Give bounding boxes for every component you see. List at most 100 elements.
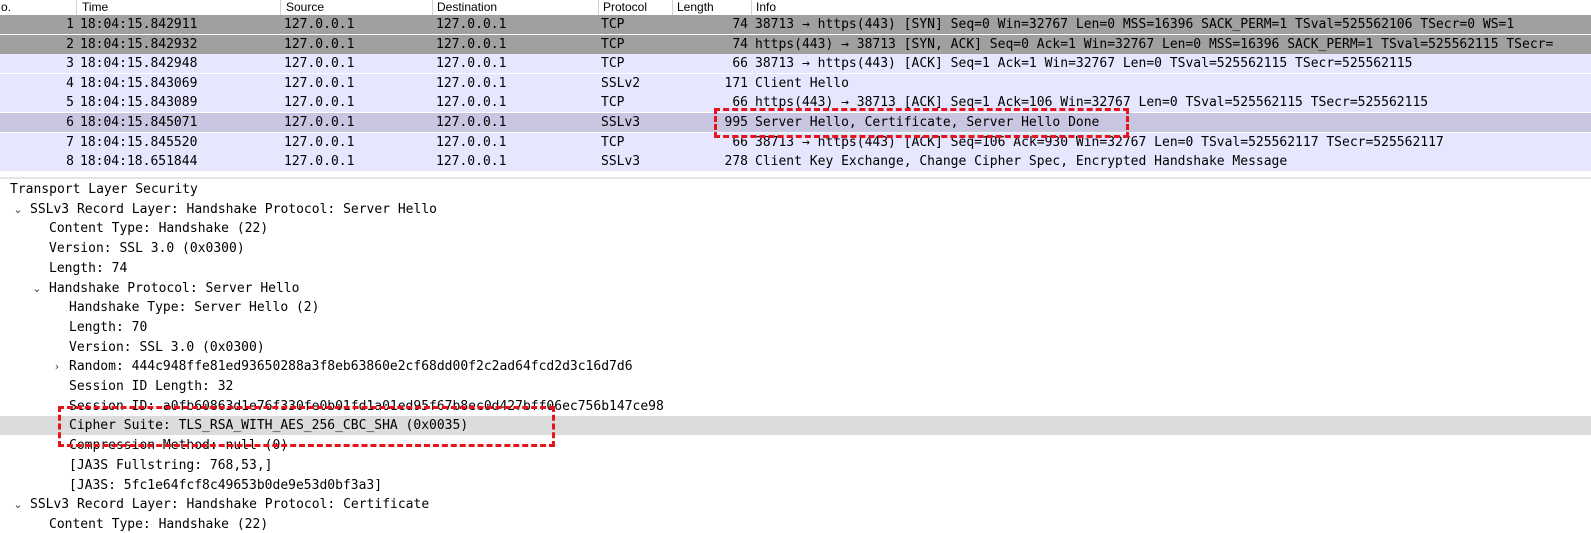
packet-info: 38713 → https(443) [ACK] Seq=106 Ack=930… bbox=[755, 135, 1444, 150]
packet-info: 38713 → https(443) [SYN] Seq=0 Win=32767… bbox=[755, 17, 1515, 32]
packet-protocol: TCP bbox=[601, 17, 625, 32]
packet-destination: 127.0.0.1 bbox=[436, 37, 507, 52]
packet-info: Client Hello bbox=[755, 76, 849, 91]
detail-text: [JA3S Fullstring: 768,53,] bbox=[69, 457, 273, 473]
detail-row[interactable]: Version: SSL 3.0 (0x0300) bbox=[0, 239, 1591, 258]
column-header-destination[interactable]: Destination bbox=[437, 0, 497, 14]
packet-info: 38713 → https(443) [ACK] Seq=1 Ack=1 Win… bbox=[755, 56, 1413, 71]
packet-length: 66 bbox=[732, 95, 748, 110]
packet-protocol: TCP bbox=[601, 37, 625, 52]
packet-length: 66 bbox=[732, 135, 748, 150]
packet-list[interactable]: o. Time Source Destination Protocol Leng… bbox=[0, 0, 1591, 176]
pane-divider[interactable] bbox=[0, 177, 1591, 179]
packet-protocol: SSLv3 bbox=[601, 154, 641, 169]
packet-destination: 127.0.0.1 bbox=[436, 17, 507, 32]
chevron-down-icon[interactable]: ⌄ bbox=[31, 279, 43, 298]
detail-text: Length: 70 bbox=[69, 319, 148, 335]
packet-time: 18:04:15.842911 bbox=[80, 17, 198, 32]
packet-destination: 127.0.0.1 bbox=[436, 95, 507, 110]
packet-length: 171 bbox=[724, 76, 748, 91]
packet-time: 18:04:15.843069 bbox=[80, 76, 198, 91]
detail-row[interactable]: [JA3S: 5fc1e64fcf8c49653b0de9e53d0bf3a3] bbox=[0, 476, 1591, 495]
packet-info: Server Hello, Certificate, Server Hello … bbox=[755, 115, 1100, 130]
detail-row[interactable]: Version: SSL 3.0 (0x0300) bbox=[0, 338, 1591, 357]
chevron-right-icon[interactable]: › bbox=[51, 357, 63, 376]
column-separator[interactable] bbox=[672, 0, 673, 15]
detail-row[interactable]: Session ID Length: 32 bbox=[0, 377, 1591, 396]
packet-length: 995 bbox=[724, 115, 748, 130]
packet-row[interactable]: 6 18:04:15.845071 127.0.0.1 127.0.0.1 SSLv3 9… bbox=[0, 113, 1591, 132]
detail-text: Handshake Protocol: Server Hello bbox=[49, 280, 300, 296]
packet-destination: 127.0.0.1 bbox=[436, 76, 507, 91]
detail-row[interactable]: Session ID: a0fb60863d1e76f330fe0b01fd1a… bbox=[0, 397, 1591, 416]
packet-source: 127.0.0.1 bbox=[284, 17, 355, 32]
detail-row[interactable]: [JA3S Fullstring: 768,53,] bbox=[0, 456, 1591, 475]
packet-protocol: TCP bbox=[601, 56, 625, 71]
packet-info: Client Key Exchange, Change Cipher Spec,… bbox=[755, 154, 1288, 169]
column-separator[interactable] bbox=[432, 0, 433, 15]
column-separator[interactable] bbox=[751, 0, 752, 15]
detail-row[interactable]: ⌄ SSLv3 Record Layer: Handshake Protocol:… bbox=[0, 495, 1591, 514]
detail-text: Cipher Suite: TLS_RSA_WITH_AES_256_CBC_S… bbox=[69, 418, 469, 434]
detail-text: [JA3S: 5fc1e64fcf8c49653b0de9e53d0bf3a3] bbox=[69, 477, 383, 493]
chevron-down-icon[interactable]: ⌄ bbox=[12, 200, 24, 219]
packet-number: 8 bbox=[66, 154, 74, 169]
packet-protocol: SSLv3 bbox=[601, 115, 641, 130]
detail-text: Compression Method: null (0) bbox=[69, 438, 289, 454]
column-header-no[interactable]: o. bbox=[1, 0, 11, 14]
packet-details-tree[interactable]: Transport Layer Security ⌄ SSLv3 Record La… bbox=[0, 180, 1591, 533]
column-header-protocol[interactable]: Protocol bbox=[603, 0, 647, 14]
detail-row[interactable]: Content Type: Handshake (22) bbox=[0, 219, 1591, 238]
detail-text: SSLv3 Record Layer: Handshake Protocol: … bbox=[30, 497, 430, 513]
column-separator[interactable] bbox=[598, 0, 599, 15]
detail-text: Version: SSL 3.0 (0x0300) bbox=[69, 339, 265, 355]
column-header-length[interactable]: Length bbox=[677, 0, 714, 14]
detail-text: Handshake Type: Server Hello (2) bbox=[69, 300, 320, 316]
packet-length: 66 bbox=[732, 56, 748, 71]
column-header-info[interactable]: Info bbox=[756, 0, 776, 14]
detail-row[interactable]: Length: 70 bbox=[0, 318, 1591, 337]
detail-text: Session ID Length: 32 bbox=[69, 379, 234, 394]
packet-source: 127.0.0.1 bbox=[284, 154, 355, 169]
column-separator[interactable] bbox=[280, 0, 281, 15]
packet-source: 127.0.0.1 bbox=[284, 95, 355, 110]
column-separator[interactable] bbox=[76, 0, 77, 15]
packet-row[interactable]: 1 18:04:15.842911 127.0.0.1 127.0.0.1 TCP 74 3… bbox=[0, 15, 1591, 34]
detail-row[interactable]: Content Type: Handshake (22) bbox=[0, 515, 1591, 533]
packet-row[interactable]: 8 18:04:18.651844 127.0.0.1 127.0.0.1 SSLv3 2… bbox=[0, 152, 1591, 171]
packet-list-header: o. Time Source Destination Protocol Leng… bbox=[0, 0, 1591, 16]
detail-row[interactable]: Length: 74 bbox=[0, 259, 1591, 278]
detail-text: Content Type: Handshake (22) bbox=[49, 516, 269, 532]
detail-text: Random: 444c948ffe81ed93650288a3f8eb6386… bbox=[69, 359, 633, 375]
packet-length: 74 bbox=[732, 37, 748, 52]
detail-row[interactable]: › Random: 444c948ffe81ed93650288a3f8eb638… bbox=[0, 357, 1591, 376]
detail-row[interactable]: ⌄ SSLv3 Record Layer: Handshake Protocol:… bbox=[0, 200, 1591, 219]
detail-row[interactable]: Transport Layer Security bbox=[0, 180, 1591, 199]
packet-destination: 127.0.0.1 bbox=[436, 154, 507, 169]
packet-row[interactable]: 4 18:04:15.843069 127.0.0.1 127.0.0.1 SSLv2 1… bbox=[0, 74, 1591, 93]
packet-row[interactable]: 5 18:04:15.843089 127.0.0.1 127.0.0.1 TCP 66 h… bbox=[0, 93, 1591, 112]
detail-row-selected[interactable]: Cipher Suite: TLS_RSA_WITH_AES_256_CBC_S… bbox=[0, 416, 1591, 436]
packet-time: 18:04:15.845071 bbox=[80, 115, 198, 130]
packet-source: 127.0.0.1 bbox=[284, 115, 355, 130]
column-header-source[interactable]: Source bbox=[286, 0, 324, 14]
packet-protocol: TCP bbox=[601, 95, 625, 110]
packet-destination: 127.0.0.1 bbox=[436, 115, 507, 130]
packet-number: 7 bbox=[66, 135, 74, 150]
chevron-down-icon[interactable]: ⌄ bbox=[12, 495, 24, 514]
packet-row[interactable]: 3 18:04:15.842948 127.0.0.1 127.0.0.1 TCP 66 3… bbox=[0, 54, 1591, 73]
packet-row[interactable]: 7 18:04:15.845520 127.0.0.1 127.0.0.1 TCP 66 3… bbox=[0, 133, 1591, 152]
packet-time: 18:04:15.842948 bbox=[80, 56, 198, 71]
packet-info: https(443) → 38713 [SYN, ACK] Seq=0 Ack=… bbox=[755, 37, 1554, 52]
detail-text: Version: SSL 3.0 (0x0300) bbox=[49, 241, 245, 257]
detail-row[interactable]: Handshake Type: Server Hello (2) bbox=[0, 298, 1591, 317]
packet-row[interactable]: 2 18:04:15.842932 127.0.0.1 127.0.0.1 TCP 74 h… bbox=[0, 35, 1591, 54]
packet-number: 2 bbox=[66, 37, 74, 52]
detail-row[interactable]: Compression Method: null (0) bbox=[0, 436, 1591, 455]
packet-time: 18:04:15.843089 bbox=[80, 95, 198, 110]
packet-protocol: SSLv2 bbox=[601, 76, 641, 91]
packet-number: 6 bbox=[66, 115, 74, 130]
column-header-time[interactable]: Time bbox=[82, 0, 108, 14]
detail-text: Content Type: Handshake (22) bbox=[49, 221, 269, 237]
detail-row[interactable]: ⌄ Handshake Protocol: Server Hello bbox=[0, 279, 1591, 298]
